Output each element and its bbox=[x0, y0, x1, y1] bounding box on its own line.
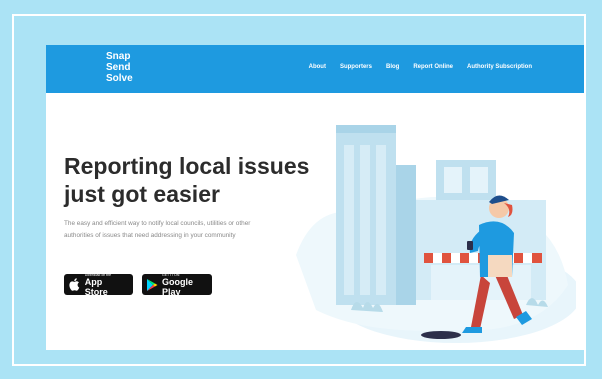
google-play-text: GET IT ON Google Play bbox=[162, 273, 206, 297]
google-play-icon bbox=[147, 278, 158, 292]
app-store-label: App Store bbox=[84, 276, 108, 297]
headline-line: just got easier bbox=[64, 181, 220, 207]
nav-about[interactable]: About bbox=[309, 62, 326, 72]
google-play-label: Google Play bbox=[162, 276, 193, 297]
nav-supporters[interactable]: Supporters bbox=[340, 62, 372, 72]
apple-icon bbox=[69, 278, 81, 292]
site-header: Snap Send Solve About Supporters Blog Re… bbox=[46, 45, 584, 93]
website: Snap Send Solve About Supporters Blog Re… bbox=[46, 45, 584, 350]
main-nav: About Supporters Blog Report Online Auth… bbox=[309, 62, 532, 72]
google-play-button[interactable]: GET IT ON Google Play bbox=[142, 273, 212, 297]
logo-line: Send bbox=[106, 62, 131, 73]
hero-illustration bbox=[296, 125, 576, 343]
logo[interactable]: Snap Send Solve bbox=[106, 51, 133, 84]
nav-authority-subscription[interactable]: Authority Subscription bbox=[467, 62, 532, 72]
logo-line: Snap bbox=[106, 51, 131, 62]
headline-line: Reporting local issues bbox=[64, 153, 310, 179]
nav-report-online[interactable]: Report Online bbox=[413, 62, 453, 72]
hero-subtitle: The easy and efficient way to notify loc… bbox=[64, 220, 251, 239]
nav-blog[interactable]: Blog bbox=[386, 62, 399, 72]
app-store-text: Download on the App Store bbox=[85, 273, 127, 297]
app-store-button[interactable]: Download on the App Store bbox=[64, 273, 133, 297]
tall-building bbox=[336, 125, 416, 305]
logo-line: Solve bbox=[106, 73, 133, 84]
pothole bbox=[421, 331, 461, 339]
